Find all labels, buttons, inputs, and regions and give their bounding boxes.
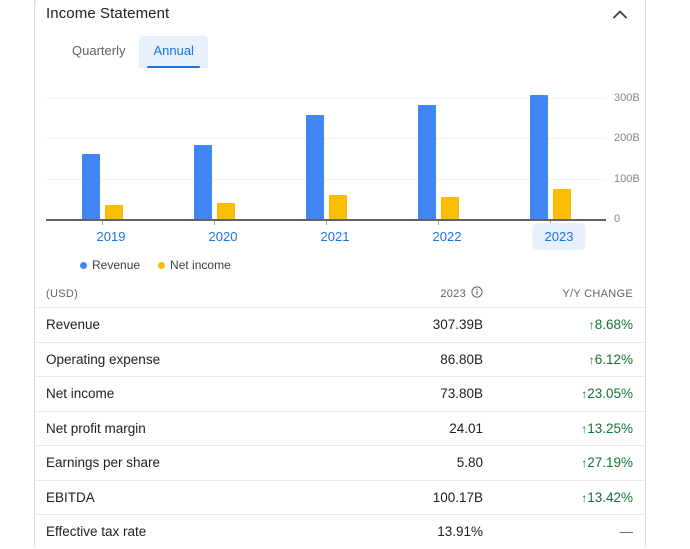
chart-bar-revenue[interactable] xyxy=(306,115,324,219)
row-change: ↑13.25% xyxy=(581,420,633,436)
page-title: Income Statement xyxy=(46,5,170,22)
row-change: ↑23.05% xyxy=(581,386,633,402)
legend-color-swatch xyxy=(80,261,87,269)
chart-bar-revenue[interactable] xyxy=(194,145,212,219)
row-value: 24.01 xyxy=(449,420,483,436)
legend-label: Revenue xyxy=(92,258,141,272)
tab-annual[interactable]: Annual xyxy=(139,36,208,68)
financials-table: (USD) 2023 Y/Y CHANGE Revenue 307.39B ↑8.6… xyxy=(36,286,645,549)
table-header-row: (USD) 2023 Y/Y CHANGE xyxy=(36,286,645,307)
row-label: Earnings per share xyxy=(46,455,161,471)
legend-item[interactable]: Net income xyxy=(158,258,231,272)
row-change: ↑27.19% xyxy=(581,455,633,471)
chart-bar-group[interactable] xyxy=(306,76,347,221)
row-value: 13.91% xyxy=(437,524,483,540)
arrow-up-icon: ↑ xyxy=(581,387,588,402)
chart-bar-revenue[interactable] xyxy=(82,153,100,219)
table-row[interactable]: Net income 73.80B ↑23.05% xyxy=(36,376,645,411)
chart-bar-net-income[interactable] xyxy=(441,196,459,219)
income-statement-chart: 0 100B 200B 300B xyxy=(36,76,645,225)
row-label: Effective tax rate xyxy=(46,524,147,540)
right-gutter xyxy=(645,0,690,547)
left-gutter xyxy=(0,0,35,547)
tab-quarterly[interactable]: Quarterly xyxy=(58,36,139,68)
table-row[interactable]: Operating expense 86.80B ↑6.12% xyxy=(36,341,645,377)
table-row[interactable]: Revenue 307.39B ↑8.68% xyxy=(36,307,645,342)
arrow-up-icon: ↑ xyxy=(581,490,588,505)
row-label: Net profit margin xyxy=(46,420,146,436)
chart-x-label-2021[interactable]: 2021 xyxy=(309,223,362,250)
column-header-period-label: 2023 xyxy=(440,287,466,300)
info-icon[interactable] xyxy=(471,286,483,301)
row-label: Operating expense xyxy=(46,351,161,367)
panel-header: Income Statement xyxy=(36,0,645,28)
chart-x-label-2019[interactable]: 2019 xyxy=(85,223,138,250)
row-change: ↑13.42% xyxy=(581,489,633,505)
row-value: 86.80B xyxy=(440,351,483,367)
column-header-currency: (USD) xyxy=(46,287,79,300)
chart-plot-area xyxy=(46,76,606,225)
chevron-up-icon[interactable] xyxy=(609,4,631,24)
row-label: EBITDA xyxy=(46,489,95,505)
table-row[interactable]: Effective tax rate 13.91% — xyxy=(36,514,645,549)
row-change: — xyxy=(619,524,634,540)
chart-x-label-2020[interactable]: 2020 xyxy=(197,223,250,250)
row-value: 307.39B xyxy=(432,317,483,333)
row-label: Revenue xyxy=(46,317,101,333)
row-value: 5.80 xyxy=(456,455,483,471)
legend-label: Net income xyxy=(170,258,231,272)
chart-x-label-2023[interactable]: 2023 xyxy=(532,223,586,250)
chart-x-label-2022[interactable]: 2022 xyxy=(421,223,474,250)
chart-bar-revenue[interactable] xyxy=(530,95,548,219)
arrow-up-icon: ↑ xyxy=(588,352,595,367)
legend-item[interactable]: Revenue xyxy=(80,258,140,272)
row-label: Net income xyxy=(46,386,115,402)
column-header-change: Y/Y CHANGE xyxy=(562,287,633,300)
legend-color-swatch xyxy=(158,261,166,269)
row-value: 100.17B xyxy=(432,489,483,505)
chart-bar-revenue[interactable] xyxy=(418,105,436,219)
chart-bar-net-income[interactable] xyxy=(217,202,235,219)
table-row[interactable]: Net profit margin 24.01 ↑13.25% xyxy=(36,410,645,446)
arrow-up-icon: ↑ xyxy=(581,421,588,436)
row-change: ↑6.12% xyxy=(588,351,633,367)
chart-y-tick-label: 200B xyxy=(614,132,640,145)
table-body: Revenue 307.39B ↑8.68% Operating expense 86.… xyxy=(36,307,645,549)
arrow-up-icon: ↑ xyxy=(581,456,588,471)
income-statement-page: Income Statement Quarterly Annual 0 100B 2… xyxy=(0,0,690,547)
chart-bar-net-income[interactable] xyxy=(105,205,123,219)
chart-legend: Revenue Net income xyxy=(80,258,645,272)
row-value: 73.80B xyxy=(440,386,483,402)
table-row[interactable]: EBITDA 100.17B ↑13.42% xyxy=(36,479,645,515)
chart-x-axis: 2019 2020 2021 2022 2023 xyxy=(36,223,645,253)
chart-bar-net-income[interactable] xyxy=(553,189,571,219)
income-statement-panel: Income Statement Quarterly Annual 0 100B 2… xyxy=(36,0,645,547)
chart-bars xyxy=(46,76,606,221)
chart-y-tick-label: 100B xyxy=(614,172,640,185)
chart-bar-group[interactable] xyxy=(194,76,235,221)
period-tabs: Quarterly Annual xyxy=(58,36,645,68)
chart-y-tick-label: 300B xyxy=(614,92,640,105)
arrow-up-icon: ↑ xyxy=(588,318,595,333)
chart-bar-net-income[interactable] xyxy=(329,194,347,219)
table-row[interactable]: Earnings per share 5.80 ↑27.19% xyxy=(36,445,645,480)
chart-bar-group[interactable] xyxy=(418,76,459,221)
chart-bar-group[interactable] xyxy=(82,76,123,221)
row-change: ↑8.68% xyxy=(588,317,633,333)
chart-bar-group[interactable] xyxy=(530,76,571,221)
column-header-period: 2023 xyxy=(313,286,483,301)
